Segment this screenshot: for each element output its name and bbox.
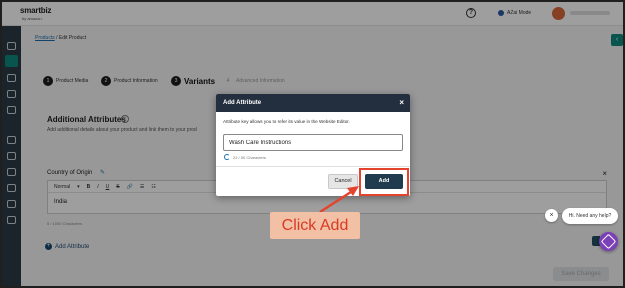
cancel-button[interactable]: Cancel: [328, 174, 358, 189]
attribute-key-input[interactable]: [223, 134, 403, 151]
divider: [216, 166, 410, 167]
chat-logo-icon: [600, 233, 617, 250]
add-button-highlight: [359, 168, 409, 196]
close-icon[interactable]: ×: [545, 209, 558, 222]
click-add-callout: Click Add: [270, 212, 360, 239]
dialog-title: Add Attribute: [223, 100, 262, 106]
chat-greeting-bubble[interactable]: Hi. Need any help?: [562, 208, 618, 224]
app-window: smartbiz by amazon ? AZai Mode Products …: [2, 2, 623, 286]
chat-launcher-button[interactable]: [599, 232, 618, 251]
close-icon[interactable]: ×: [399, 94, 404, 112]
progress-ring-icon: [224, 154, 230, 160]
character-count: 22 / 50 Characters: [233, 155, 266, 160]
dialog-header: Add Attribute ×: [216, 94, 410, 112]
dialog-description: Attribute key allows you to refer its va…: [223, 119, 350, 124]
